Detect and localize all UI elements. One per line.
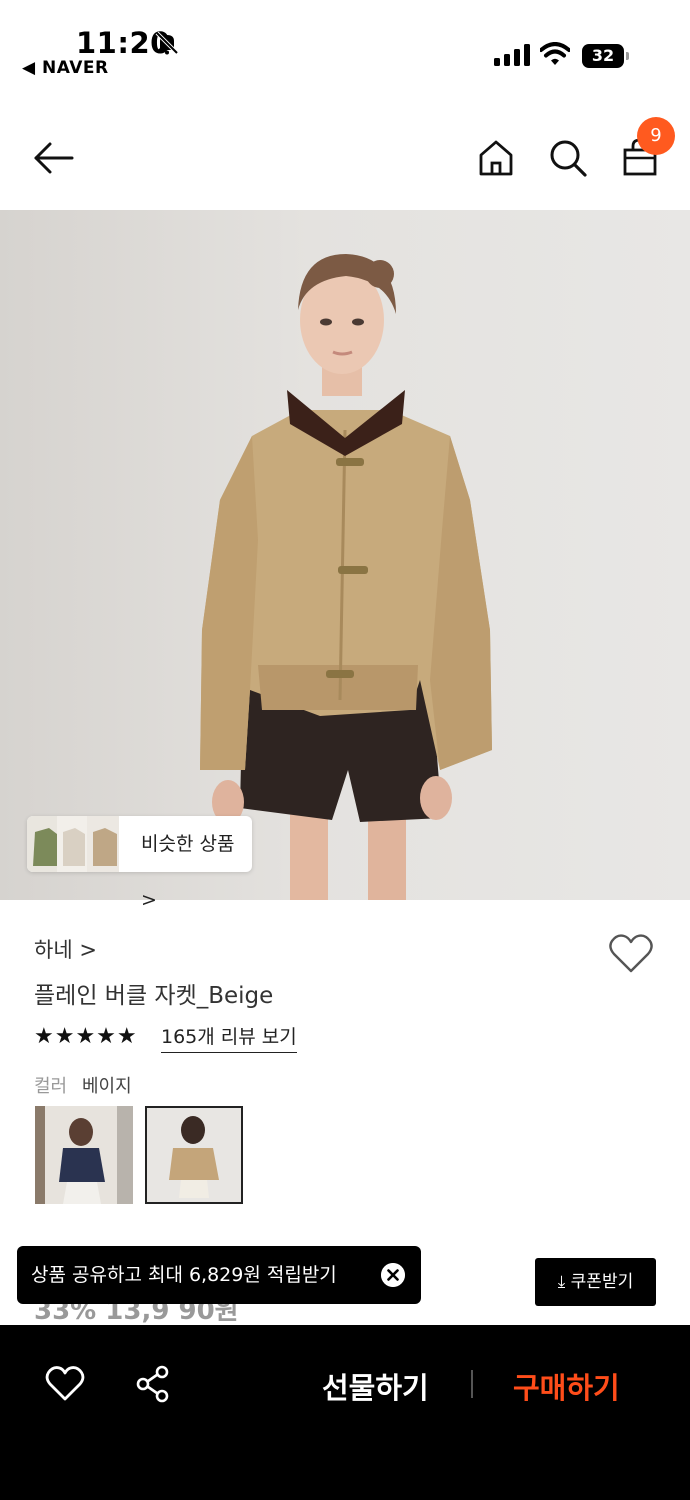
rating-stars: ★★★★★ bbox=[34, 1024, 138, 1049]
swatch-image-navy bbox=[35, 1106, 133, 1204]
share-icon[interactable] bbox=[134, 1364, 174, 1404]
brand-link[interactable]: 하네 > bbox=[34, 934, 97, 964]
color-option-label: 컬러 bbox=[34, 1076, 68, 1097]
battery-level: 32 bbox=[582, 44, 624, 68]
similar-products-label: 비슷한 상품 > bbox=[141, 833, 235, 911]
heart-icon[interactable] bbox=[608, 932, 654, 974]
share-reward-toast[interactable]: 상품 공유하고 최대 6,829원 적립받기 bbox=[17, 1246, 421, 1304]
wifi-icon bbox=[540, 42, 570, 65]
product-title: 플레인 버클 자켓_Beige bbox=[34, 983, 274, 1009]
battery-indicator: 32 bbox=[582, 44, 630, 68]
back-to-app-link[interactable]: ◀ NAVER bbox=[22, 58, 109, 78]
gift-button[interactable]: 선물하기 bbox=[322, 1365, 429, 1407]
coupon-download-button[interactable]: ⤓ 쿠폰받기 bbox=[535, 1258, 656, 1306]
home-icon[interactable] bbox=[474, 136, 518, 180]
swatch-image-beige bbox=[147, 1108, 241, 1202]
color-swatch-navy[interactable] bbox=[35, 1106, 133, 1204]
similar-products-button[interactable]: 비슷한 상품 > bbox=[27, 816, 252, 911]
battery-tip bbox=[626, 52, 629, 60]
status-bar: 11:20 ◀ NAVER 32 bbox=[0, 0, 690, 100]
reviews-link[interactable]: 165개 리뷰 보기 bbox=[161, 1022, 297, 1053]
similar-thumbnail-images bbox=[27, 816, 119, 872]
toast-message: 상품 공유하고 최대 6,829원 적립받기 bbox=[31, 1264, 337, 1286]
cellular-signal-icon bbox=[494, 44, 530, 66]
close-icon[interactable] bbox=[381, 1263, 405, 1287]
search-icon[interactable] bbox=[546, 136, 590, 180]
divider bbox=[471, 1370, 473, 1398]
similar-products-thumbnails bbox=[27, 816, 119, 872]
wishlist-heart-icon[interactable] bbox=[45, 1364, 85, 1404]
cart-count-badge: 9 bbox=[637, 117, 675, 155]
back-arrow-icon[interactable] bbox=[32, 136, 76, 180]
bell-muted-icon bbox=[155, 31, 179, 55]
color-swatch-beige[interactable] bbox=[145, 1106, 243, 1204]
model-photo bbox=[200, 254, 492, 900]
buy-button[interactable]: 구매하기 bbox=[513, 1365, 620, 1407]
color-option-value: 베이지 bbox=[82, 1076, 132, 1097]
product-hero-image[interactable] bbox=[0, 210, 690, 900]
purchase-bar bbox=[0, 1325, 690, 1500]
